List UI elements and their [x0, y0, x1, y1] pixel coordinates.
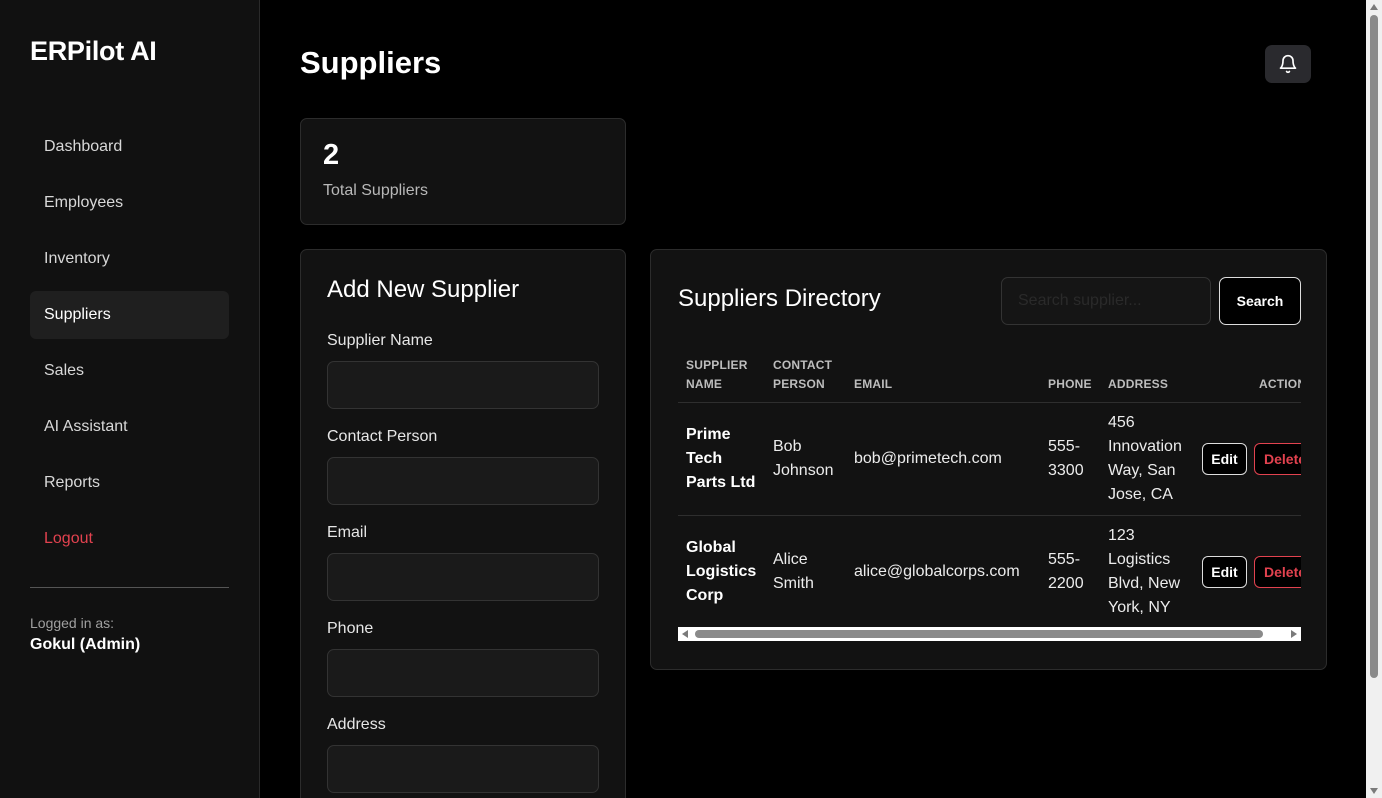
table-row-2-email: alice@globalcorps.com: [854, 563, 1020, 580]
sidebar-item-sales[interactable]: Sales: [30, 347, 229, 395]
email-label: Email: [327, 524, 368, 541]
header-line: SUPPLIER: [686, 358, 748, 372]
total-suppliers-label: Total Suppliers: [323, 182, 428, 199]
cell-line: Logistics: [686, 563, 757, 580]
cell-line: York, NY: [1108, 599, 1171, 616]
sidebar-item-suppliers[interactable]: Suppliers: [30, 291, 229, 339]
table-row-2-address: 123 Logistics Blvd, New York, NY: [1108, 524, 1180, 620]
form-title: Add New Supplier: [327, 276, 520, 303]
cell-line: Innovation: [1108, 438, 1182, 455]
sidebar-item-employees[interactable]: Employees: [30, 179, 229, 227]
header-divider: [678, 402, 1301, 403]
header-line: PERSON: [773, 377, 825, 391]
add-supplier-form: Add New Supplier Supplier Name Contact P…: [300, 249, 626, 798]
supplier-name-label: Supplier Name: [327, 332, 433, 349]
column-header-actions: ACTIONS: [1259, 377, 1301, 391]
cell-line: Tech: [686, 450, 723, 467]
header-line: CONTACT: [773, 358, 833, 372]
delete-button[interactable]: Delete: [1254, 556, 1301, 588]
scroll-left-icon[interactable]: [682, 630, 688, 638]
phone-input[interactable]: [327, 649, 599, 697]
cell-line: 3300: [1048, 462, 1084, 479]
cell-line: 555-: [1048, 438, 1081, 455]
address-input[interactable]: [327, 745, 599, 793]
table-row-1-email: bob@primetech.com: [854, 450, 1002, 467]
bell-icon: [1279, 54, 1297, 74]
cell-line: 2200: [1048, 575, 1084, 592]
cell-line: 555-: [1048, 551, 1081, 568]
table-row-2-phone: 555- 2200: [1048, 548, 1084, 596]
directory-title: Suppliers Directory: [678, 285, 881, 312]
scroll-down-icon[interactable]: [1370, 788, 1378, 794]
sidebar-item-inventory[interactable]: Inventory: [30, 235, 229, 283]
search-input[interactable]: [1001, 277, 1211, 325]
email-input[interactable]: [327, 553, 599, 601]
cell-line: Corp: [686, 587, 724, 604]
supplier-name-input[interactable]: [327, 361, 599, 409]
table-row-1-phone: 555- 3300: [1048, 435, 1084, 483]
table-row-2-name: Global Logistics Corp: [686, 536, 756, 608]
table-row-2-contact: Alice Smith: [773, 548, 814, 596]
total-suppliers-value: 2: [323, 139, 340, 171]
row-divider: [678, 515, 1301, 516]
cell-line: Bob: [773, 438, 802, 455]
column-header-phone: PHONE: [1048, 377, 1092, 391]
column-header-contact-person: CONTACT PERSON: [773, 356, 832, 394]
cell-line: Prime: [686, 426, 731, 443]
table-row-1-contact: Bob Johnson: [773, 435, 834, 483]
brand-logo: ERPilot AI: [30, 36, 157, 66]
table-row-1-address: 456 Innovation Way, San Jose, CA: [1108, 411, 1182, 507]
contact-person-label: Contact Person: [327, 428, 438, 445]
scroll-right-icon[interactable]: [1291, 630, 1297, 638]
search-button[interactable]: Search: [1219, 277, 1301, 325]
column-header-email: EMAIL: [854, 377, 893, 391]
scroll-up-icon[interactable]: [1370, 4, 1378, 10]
cell-line: 123: [1108, 527, 1135, 544]
page-title: Suppliers: [300, 45, 442, 80]
cell-line: Parts Ltd: [686, 474, 756, 491]
column-header-supplier-name: SUPPLIER NAME: [686, 356, 748, 394]
edit-button[interactable]: Edit: [1202, 556, 1247, 588]
table-horizontal-scrollbar[interactable]: [678, 627, 1301, 641]
sidebar-item-logout[interactable]: Logout: [30, 515, 229, 563]
cell-line: Alice: [773, 551, 808, 568]
table-row-1-name: Prime Tech Parts Ltd: [686, 423, 755, 495]
cell-line: 456: [1108, 414, 1135, 431]
logged-in-user: Gokul (Admin): [30, 636, 141, 653]
logged-in-label: Logged in as:: [30, 615, 115, 631]
sidebar-item-ai-assistant[interactable]: AI Assistant: [30, 403, 229, 451]
sidebar-nav: Dashboard Employees Inventory Suppliers …: [30, 123, 229, 571]
cell-line: Smith: [773, 575, 814, 592]
column-header-address: ADDRESS: [1108, 377, 1169, 391]
cell-line: Johnson: [773, 462, 834, 479]
suppliers-directory-card: Suppliers Directory Search SUPPLIER NAME…: [650, 249, 1327, 670]
scrollbar-thumb[interactable]: [1370, 15, 1378, 678]
cell-line: Logistics: [1108, 551, 1171, 568]
suppliers-table: SUPPLIER NAME CONTACT PERSON EMAIL PHONE…: [678, 345, 1301, 645]
phone-label: Phone: [327, 620, 374, 637]
scrollbar-thumb[interactable]: [695, 630, 1263, 638]
sidebar-divider: [30, 587, 229, 588]
total-suppliers-card: 2 Total Suppliers: [300, 118, 626, 225]
cell-line: Way, San: [1108, 462, 1176, 479]
delete-button[interactable]: Delete: [1254, 443, 1301, 475]
contact-person-input[interactable]: [327, 457, 599, 505]
page-vertical-scrollbar[interactable]: [1366, 0, 1382, 798]
notification-button[interactable]: [1265, 45, 1311, 83]
sidebar-item-dashboard[interactable]: Dashboard: [30, 123, 229, 171]
header-line: NAME: [686, 377, 723, 391]
cell-line: Jose, CA: [1108, 486, 1173, 503]
cell-line: Global: [686, 539, 736, 556]
cell-line: Blvd, New: [1108, 575, 1181, 592]
address-label: Address: [327, 716, 386, 733]
sidebar: ERPilot AI Dashboard Employees Inventory…: [0, 0, 260, 798]
edit-button[interactable]: Edit: [1202, 443, 1247, 475]
sidebar-item-reports[interactable]: Reports: [30, 459, 229, 507]
